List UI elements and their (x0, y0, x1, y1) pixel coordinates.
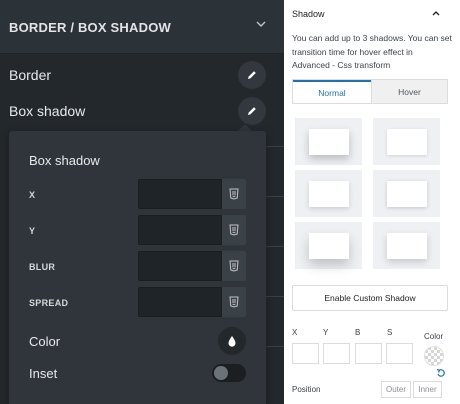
tab-hover[interactable]: Hover (371, 80, 447, 103)
shadow-preset-5[interactable] (295, 222, 362, 269)
enable-custom-shadow-button[interactable]: Enable Custom Shadow (292, 285, 448, 311)
reset-icon[interactable] (436, 368, 446, 378)
css-unit-icon (229, 224, 239, 236)
color-picker-button[interactable] (218, 327, 246, 355)
pencil-icon (248, 71, 256, 79)
border-edit-button[interactable] (238, 61, 266, 89)
y-field-label: Y (29, 226, 36, 236)
x-input[interactable] (138, 179, 222, 209)
shadow-y-input[interactable] (323, 343, 350, 364)
chevron-down-icon[interactable] (255, 18, 267, 30)
y-input[interactable] (138, 215, 222, 245)
shadow-preset-1[interactable] (295, 118, 362, 165)
shadow-preset-3[interactable] (295, 170, 362, 217)
shadow-preset-4[interactable] (373, 170, 440, 217)
box-shadow-label: Box shadow (9, 103, 86, 119)
x-unit-button[interactable] (222, 179, 246, 209)
shadow-spread-input[interactable] (386, 343, 413, 364)
color-label: Color (29, 334, 61, 349)
popover-title: Box shadow (29, 153, 100, 168)
divider (266, 246, 284, 247)
divider (266, 346, 284, 347)
pencil-icon (248, 107, 256, 115)
b-label: B (355, 328, 361, 337)
blur-input[interactable] (138, 251, 222, 281)
shadow-blur-input[interactable] (355, 343, 382, 364)
divider (266, 296, 284, 297)
divider (266, 146, 284, 147)
panel-description: You can add up to 3 shadows. You can set… (292, 33, 452, 70)
left-settings-panel: BORDER / BOX SHADOW Border Box shadow Bo… (0, 0, 284, 404)
css-unit-icon (229, 188, 239, 200)
border-label: Border (9, 67, 52, 83)
tab-normal[interactable]: Normal (293, 80, 371, 103)
chevron-up-icon[interactable] (431, 8, 441, 18)
css-unit-icon (229, 260, 239, 272)
droplet-icon (228, 335, 236, 347)
state-tabs: Normal Hover (292, 79, 448, 104)
shadow-settings-panel: Shadow You can add up to 3 shadows. You … (284, 0, 460, 404)
shadow-color-swatch[interactable] (424, 346, 444, 366)
position-inner-button[interactable]: Inner (413, 381, 442, 398)
css-unit-icon (229, 296, 239, 308)
inset-label: Inset (29, 366, 58, 381)
divider (266, 196, 284, 197)
y-label: Y (323, 328, 329, 337)
position-label: Position (292, 385, 321, 394)
position-outer-button[interactable]: Outer (381, 381, 411, 398)
app-root: BORDER / BOX SHADOW Border Box shadow Bo… (0, 0, 460, 404)
shadow-preset-2[interactable] (373, 118, 440, 165)
panel-heading: Shadow (292, 9, 325, 19)
spread-field-label: SPREAD (29, 298, 69, 308)
spread-input[interactable] (138, 287, 222, 317)
section-title: BORDER / BOX SHADOW (9, 20, 171, 35)
s-label: S (387, 328, 393, 337)
box-shadow-edit-button[interactable] (238, 97, 266, 125)
x-label: X (292, 328, 298, 337)
shadow-preset-6[interactable] (373, 222, 440, 269)
section-header[interactable]: BORDER / BOX SHADOW (0, 0, 284, 54)
spread-unit-button[interactable] (222, 287, 246, 317)
box-shadow-popover: Box shadow X Y BLUR SPREAD Color Inset (9, 131, 266, 404)
blur-field-label: BLUR (29, 262, 56, 272)
toggle-knob (214, 366, 228, 380)
shadow-x-input[interactable] (292, 343, 319, 364)
x-field-label: X (29, 190, 36, 200)
blur-unit-button[interactable] (222, 251, 246, 281)
y-unit-button[interactable] (222, 215, 246, 245)
inset-toggle[interactable] (212, 364, 246, 382)
color-label: Color (424, 332, 444, 341)
